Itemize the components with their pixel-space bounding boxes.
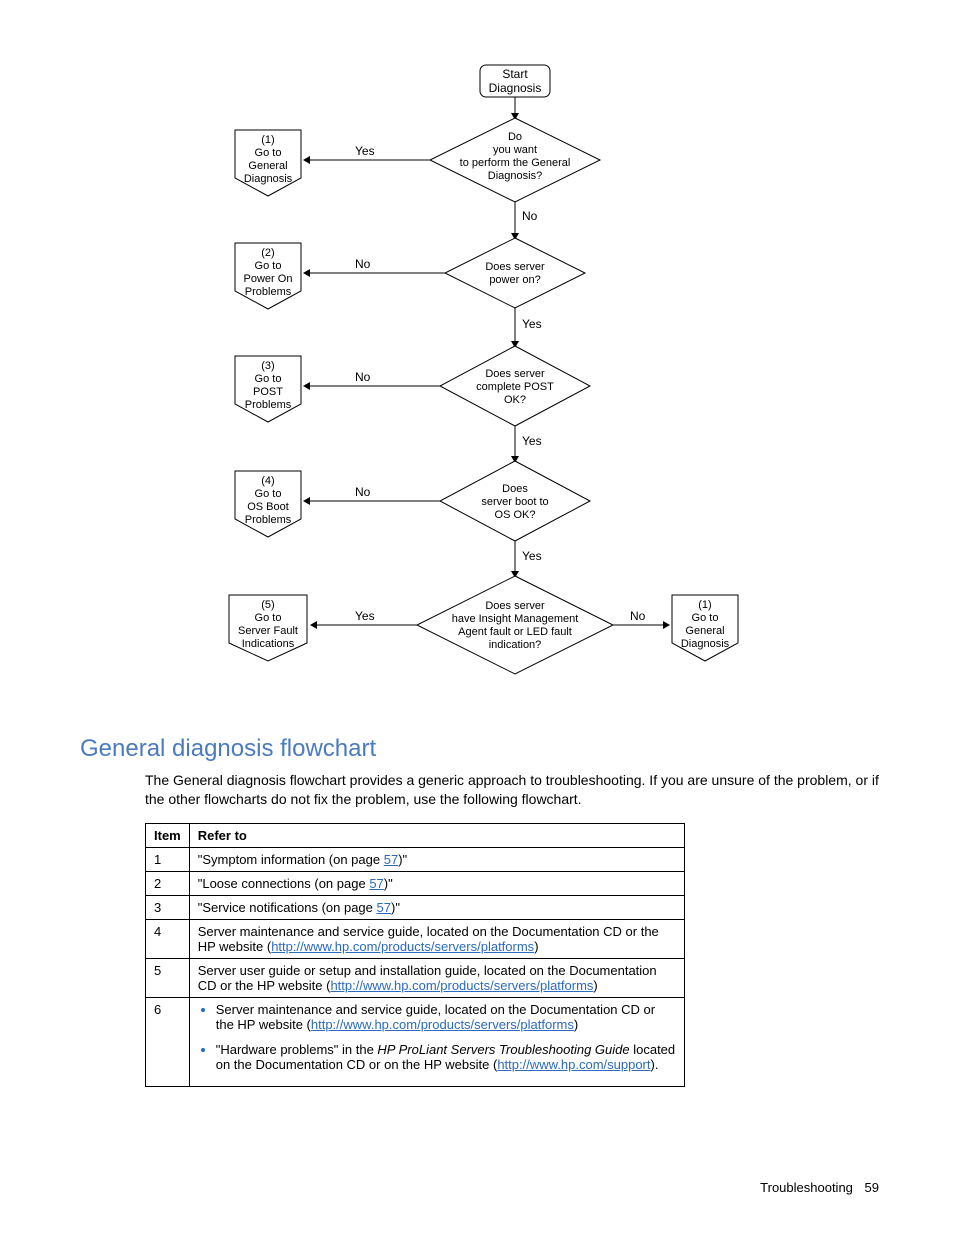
page-link[interactable]: 57: [377, 900, 391, 915]
page-footer: Troubleshooting 59: [760, 1180, 879, 1195]
svg-text:Yes: Yes: [522, 317, 542, 331]
url-link[interactable]: http://www.hp.com/support: [497, 1057, 650, 1072]
decision-os-boot: Does server boot to OS OK?: [440, 461, 590, 541]
col-refer-to: Refer to: [189, 823, 684, 847]
svg-text:Diagnosis?: Diagnosis?: [487, 170, 541, 182]
svg-text:Diagnosis: Diagnosis: [680, 638, 729, 650]
svg-text:Go to: Go to: [254, 488, 281, 500]
flowchart-image: Start Diagnosis Do you want to perform t…: [80, 60, 879, 705]
svg-text:you want: you want: [492, 144, 536, 156]
svg-text:General: General: [685, 625, 724, 637]
svg-text:No: No: [355, 485, 371, 499]
svg-text:have Insight Management: have Insight Management: [451, 613, 578, 625]
svg-text:Does: Does: [502, 483, 528, 495]
svg-text:Yes: Yes: [522, 549, 542, 563]
svg-text:Go to: Go to: [254, 612, 281, 624]
svg-text:indication?: indication?: [488, 639, 541, 651]
svg-text:Go to: Go to: [254, 260, 281, 272]
svg-text:OS OK?: OS OK?: [494, 509, 535, 521]
svg-text:Agent fault or LED fault: Agent fault or LED fault: [458, 626, 572, 638]
svg-text:Yes: Yes: [522, 434, 542, 448]
svg-text:No: No: [630, 609, 646, 623]
svg-text:server boot to: server boot to: [481, 496, 548, 508]
svg-text:to perform the General: to perform the General: [459, 157, 570, 169]
col-item: Item: [146, 823, 190, 847]
svg-text:Does server: Does server: [485, 261, 545, 273]
svg-text:Problems: Problems: [244, 399, 291, 411]
svg-text:Server Fault: Server Fault: [238, 625, 298, 637]
svg-text:Indications: Indications: [241, 638, 294, 650]
table-row: 3 "Service notifications (on page 57)": [146, 895, 685, 919]
svg-text:Problems: Problems: [244, 286, 291, 298]
decision-insight-fault: Does server have Insight Management Agen…: [417, 576, 613, 674]
table-row: 1 "Symptom information (on page 57)": [146, 847, 685, 871]
table-header-row: Item Refer to: [146, 823, 685, 847]
box-general-diagnosis-right: (1) Go to General Diagnosis: [672, 595, 738, 661]
svg-text:(3): (3): [261, 360, 274, 372]
svg-text:Go to: Go to: [254, 373, 281, 385]
svg-text:Does server: Does server: [485, 368, 545, 380]
svg-text:(5): (5): [261, 599, 274, 611]
list-item: "Hardware problems" in the HP ProLiant S…: [216, 1042, 676, 1072]
svg-text:No: No: [355, 370, 371, 384]
footer-label: Troubleshooting: [760, 1180, 853, 1195]
page-link[interactable]: 57: [384, 852, 398, 867]
svg-text:Do: Do: [507, 131, 521, 143]
svg-text:No: No: [355, 257, 371, 271]
box-power-on-problems: (2) Go to Power On Problems: [235, 243, 301, 309]
svg-text:OS Boot: OS Boot: [247, 501, 289, 513]
url-link[interactable]: http://www.hp.com/products/servers/platf…: [311, 1017, 574, 1032]
intro-paragraph: The General diagnosis flowchart provides…: [145, 771, 879, 809]
url-link[interactable]: http://www.hp.com/products/servers/platf…: [330, 978, 593, 993]
svg-text:General: General: [248, 160, 287, 172]
table-row: 6 Server maintenance and service guide, …: [146, 997, 685, 1086]
svg-text:complete POST: complete POST: [476, 381, 554, 393]
svg-text:Problems: Problems: [244, 514, 291, 526]
section-heading: General diagnosis flowchart: [80, 735, 879, 763]
box-general-diagnosis: (1) Go to General Diagnosis: [235, 130, 301, 196]
list-item: Server maintenance and service guide, lo…: [216, 1002, 676, 1032]
box-server-fault: (5) Go to Server Fault Indications: [229, 595, 307, 661]
table-row: 5 Server user guide or setup and install…: [146, 958, 685, 997]
decision-power-on: Does server power on?: [445, 238, 585, 308]
svg-text:Does server: Does server: [485, 600, 545, 612]
svg-text:power on?: power on?: [489, 274, 540, 286]
url-link[interactable]: http://www.hp.com/products/servers/platf…: [271, 939, 534, 954]
table-row: 4 Server maintenance and service guide, …: [146, 919, 685, 958]
label-no: No: [522, 209, 538, 223]
svg-text:Diagnosis: Diagnosis: [488, 81, 541, 95]
svg-text:(1): (1): [698, 599, 711, 611]
svg-text:Start: Start: [502, 67, 528, 81]
table-row: 2 "Loose connections (on page 57)": [146, 871, 685, 895]
decision-general-diagnosis: Do you want to perform the General Diagn…: [430, 118, 600, 202]
svg-text:Power On: Power On: [243, 273, 292, 285]
svg-text:Diagnosis: Diagnosis: [243, 173, 292, 185]
svg-text:(4): (4): [261, 475, 274, 487]
box-os-boot-problems: (4) Go to OS Boot Problems: [235, 471, 301, 537]
page-number: 59: [865, 1180, 879, 1195]
svg-text:(1): (1): [261, 134, 274, 146]
svg-text:(2): (2): [261, 247, 274, 259]
start-box: Start Diagnosis: [480, 65, 550, 97]
svg-text:POST: POST: [253, 386, 283, 398]
reference-table: Item Refer to 1 "Symptom information (on…: [145, 823, 685, 1087]
svg-text:OK?: OK?: [503, 394, 525, 406]
page-link[interactable]: 57: [369, 876, 383, 891]
box-post-problems: (3) Go to POST Problems: [235, 356, 301, 422]
svg-text:Yes: Yes: [355, 609, 375, 623]
flowchart-svg: Start Diagnosis Do you want to perform t…: [215, 60, 745, 700]
decision-post: Does server complete POST OK?: [440, 346, 590, 426]
svg-text:Go to: Go to: [691, 612, 718, 624]
label-yes: Yes: [355, 144, 375, 158]
svg-text:Go to: Go to: [254, 147, 281, 159]
page: Start Diagnosis Do you want to perform t…: [0, 0, 954, 1235]
